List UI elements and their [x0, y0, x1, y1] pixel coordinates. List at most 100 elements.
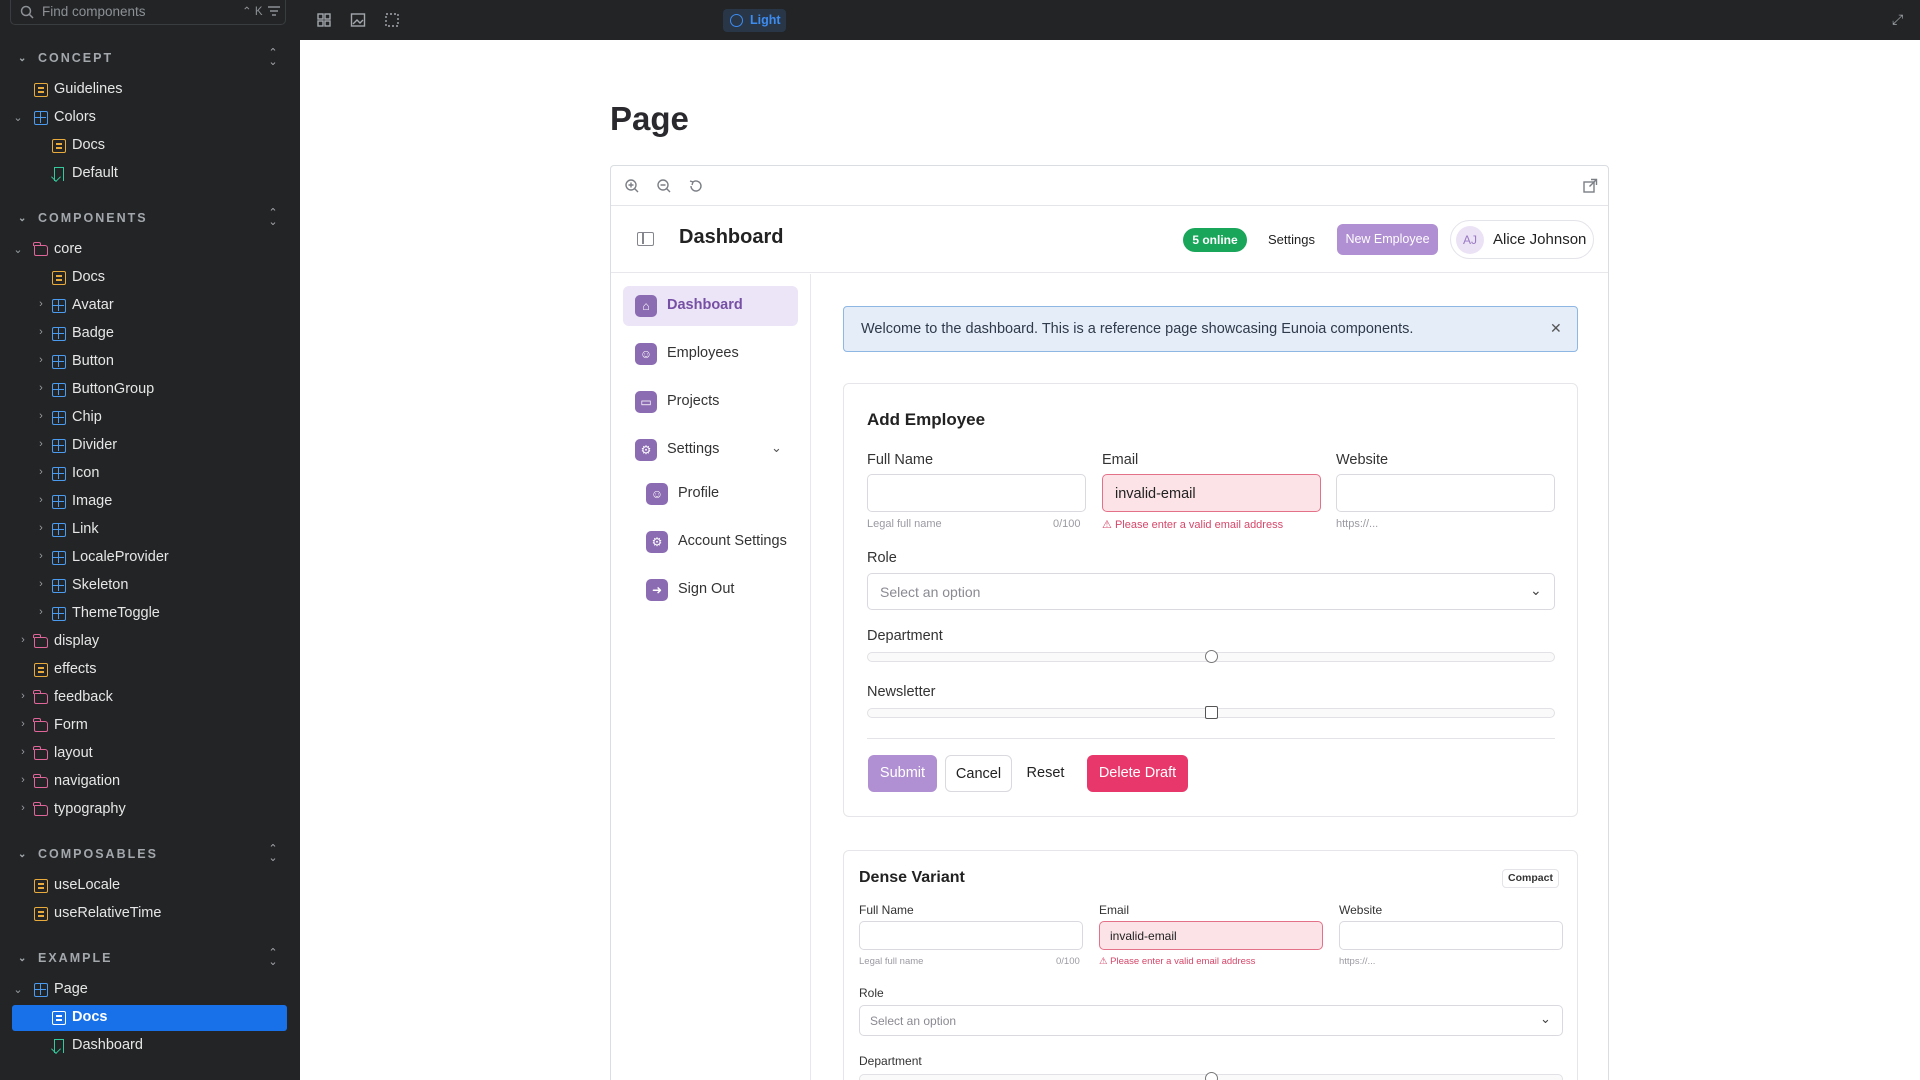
chevron-right-icon: › [21, 718, 25, 730]
tree-item-form[interactable]: › Form [12, 713, 287, 739]
tree-item-skeleton[interactable]: › Skeleton [12, 573, 287, 599]
nav-item-settings[interactable]: ⚙ Settings ⌄ [623, 430, 798, 470]
collapse-toggle-icon[interactable]: ⌃ ⌄ [264, 48, 282, 68]
email-error-text: Please enter a valid email address [1110, 956, 1256, 967]
search-box[interactable]: Find components ⌃ K [10, 0, 286, 25]
full-name-input[interactable] [867, 474, 1086, 512]
tree-item-core[interactable]: ⌄ core [12, 237, 287, 263]
chevron-right-icon: › [39, 466, 43, 478]
tree-item-page[interactable]: ⌄ Page [12, 977, 287, 1003]
tree-item-page-dashboard[interactable]: Dashboard [12, 1033, 287, 1059]
tree-item-divider[interactable]: › Divider [12, 433, 287, 459]
tree-item-colors-docs[interactable]: Docs [12, 133, 287, 159]
storybook-sidebar: Find components ⌃ K ⌄ CONCEPT ⌃ ⌄ Guidelin… [0, 0, 300, 1080]
tree-label: useRelativeTime [54, 905, 162, 921]
tree-item-userelativetime[interactable]: useRelativeTime [12, 901, 287, 927]
settings-button[interactable]: Settings [1268, 232, 1315, 247]
tree-label: Colors [54, 109, 96, 125]
nav-item-dashboard-row[interactable]: ⌂ Dashboard [623, 286, 798, 326]
role-select[interactable]: Select an option ⌄ [859, 1005, 1563, 1036]
collapse-toggle-icon[interactable]: ⌃ ⌄ [264, 844, 282, 864]
tree-item-typography[interactable]: › typography [12, 797, 287, 823]
tree-item-navigation[interactable]: › navigation [12, 769, 287, 795]
tree-label: Page [54, 981, 88, 997]
filter-icon[interactable] [267, 4, 281, 18]
warning-icon: ⚠ [1099, 956, 1108, 967]
tree-item-core-docs[interactable]: Docs [12, 265, 287, 291]
outline-icon[interactable] [382, 10, 402, 30]
nav-item-projects[interactable]: ▭ Projects [623, 382, 798, 422]
bookmark-icon [54, 167, 64, 181]
tree-label: Badge [72, 325, 114, 341]
section-composables[interactable]: ⌄ COMPOSABLES [18, 845, 158, 863]
reset-button[interactable]: Reset [1020, 755, 1071, 792]
gear-icon: ⚙ [635, 439, 657, 461]
collapse-toggle-icon[interactable]: ⌃ ⌄ [264, 208, 282, 228]
new-employee-button[interactable]: New Employee [1337, 224, 1438, 255]
tree-item-display[interactable]: › display [12, 629, 287, 655]
website-input[interactable] [1336, 474, 1555, 512]
story-preview: Dashboard 5 online Settings New Employee… [610, 165, 1609, 1080]
chevron-right-icon: › [21, 634, 25, 646]
nav-label: Profile [678, 485, 720, 501]
nav-item-account-settings[interactable]: ⚙ Account Settings [623, 522, 798, 562]
tree-item-colors-default[interactable]: Default [12, 161, 287, 187]
nav-item-sign-out[interactable]: ➜ Sign Out [623, 570, 798, 610]
tree-item-page-docs[interactable]: Docs [12, 1005, 287, 1031]
role-select[interactable]: Select an option ⌄ [867, 573, 1555, 610]
fullscreen-icon[interactable]: ⤢ [1892, 11, 1903, 28]
nav-label: Settings [667, 441, 720, 457]
tree-item-themetoggle[interactable]: › ThemeToggle [12, 601, 287, 627]
cancel-button[interactable]: Cancel [945, 755, 1012, 792]
collapse-toggle-icon[interactable]: ⌃ ⌄ [264, 948, 282, 968]
tree-label: Icon [72, 465, 100, 481]
theme-toggle-button[interactable]: Light [723, 9, 786, 32]
sidebar-toggle-icon[interactable] [637, 232, 654, 246]
open-new-tab-icon[interactable] [1581, 177, 1599, 195]
tree-item-image[interactable]: › Image [12, 489, 287, 515]
image-icon[interactable] [348, 10, 368, 30]
nav-item-profile[interactable]: ☺ Profile [623, 474, 798, 514]
department-handle[interactable] [1205, 1072, 1218, 1080]
zoom-out-icon[interactable] [655, 177, 673, 195]
tree-item-guidelines[interactable]: Guidelines [12, 77, 287, 103]
department-handle[interactable] [1205, 650, 1218, 663]
tree-item-colors[interactable]: ⌄ Colors [12, 105, 287, 131]
tree-item-link[interactable]: › Link [12, 517, 287, 543]
section-concept[interactable]: ⌄ CONCEPT [18, 49, 113, 67]
submit-button[interactable]: Submit [868, 755, 937, 792]
tree-label: feedback [54, 689, 113, 705]
component-icon [52, 299, 66, 313]
tree-item-effects[interactable]: effects [12, 657, 287, 683]
tree-item-localeprovider[interactable]: › LocaleProvider [12, 545, 287, 571]
section-example[interactable]: ⌄ EXAMPLE [18, 949, 112, 967]
tree-item-layout[interactable]: › layout [12, 741, 287, 767]
zoom-in-icon[interactable] [623, 177, 641, 195]
email-input[interactable]: invalid-email [1102, 474, 1321, 512]
newsletter-label: Newsletter [867, 684, 936, 700]
newsletter-handle[interactable] [1205, 706, 1218, 719]
tree-item-buttongroup[interactable]: › ButtonGroup [12, 377, 287, 403]
website-input[interactable] [1339, 921, 1563, 950]
tree-item-badge[interactable]: › Badge [12, 321, 287, 347]
chevron-down-icon: ⌄ [18, 848, 29, 860]
tree-item-chip[interactable]: › Chip [12, 405, 287, 431]
tree-label: Default [72, 165, 118, 181]
delete-draft-button[interactable]: Delete Draft [1087, 755, 1188, 792]
tree-item-avatar[interactable]: › Avatar [12, 293, 287, 319]
nav-item-employees[interactable]: ☺ Employees [623, 334, 798, 374]
tree-item-icon[interactable]: › Icon [12, 461, 287, 487]
user-chip[interactable]: AJ Alice Johnson [1450, 220, 1594, 259]
chevron-right-icon: › [39, 494, 43, 506]
section-components[interactable]: ⌄ COMPONENTS [18, 209, 148, 227]
component-icon [34, 111, 48, 125]
close-icon[interactable]: ✕ [1550, 320, 1562, 337]
tree-item-button[interactable]: › Button [12, 349, 287, 375]
tree-item-feedback[interactable]: › feedback [12, 685, 287, 711]
grid-icon[interactable] [314, 10, 334, 30]
full-name-input[interactable] [859, 921, 1083, 950]
chevron-right-icon: › [39, 354, 43, 366]
tree-item-uselocale[interactable]: useLocale [12, 873, 287, 899]
email-input[interactable]: invalid-email [1099, 921, 1323, 950]
reset-zoom-icon[interactable] [687, 177, 705, 195]
